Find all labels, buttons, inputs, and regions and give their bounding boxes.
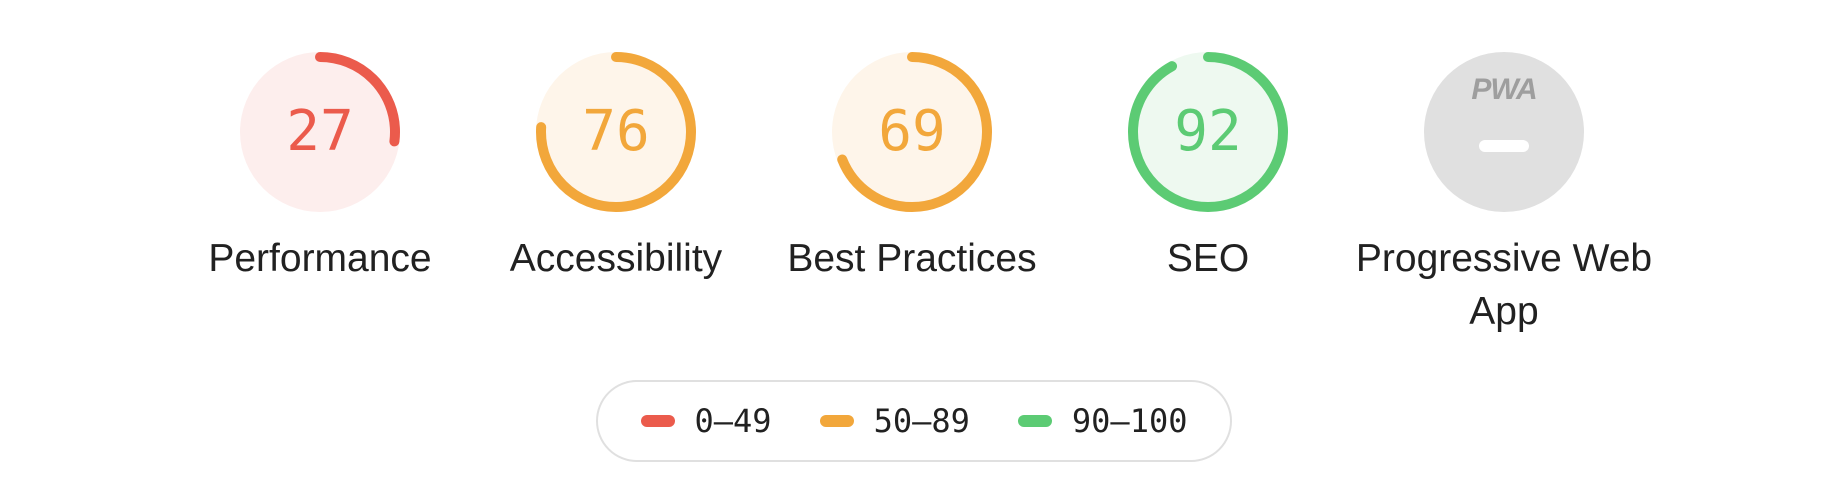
category-label: SEO	[1166, 237, 1250, 280]
legend-swatch	[819, 415, 854, 427]
legend-swatch	[640, 415, 675, 427]
category-label: Progressive Web App	[1354, 232, 1654, 338]
gauge-best-practices[interactable]: 69 Best Practices	[762, 52, 1062, 342]
category-label-text: Progressive Web App	[1355, 237, 1653, 333]
gauge-seo[interactable]: 92 SEO	[1058, 52, 1358, 342]
legend-range: 90–100	[1071, 402, 1188, 440]
gauge-performance[interactable]: 27 Performance	[170, 52, 470, 342]
category-label: Accessibility	[509, 237, 723, 280]
legend-item-average: 50–89	[819, 402, 970, 440]
legend-swatch	[1017, 415, 1052, 427]
score-value: 69	[878, 99, 946, 164]
pwa-badge: PWA	[1424, 52, 1584, 212]
category-gauges: 27 Performance 76 Accessibility 69 Best …	[0, 0, 1828, 350]
gauge-accessibility[interactable]: 76 Accessibility	[466, 52, 766, 342]
gauge-pwa[interactable]: PWA Progressive Web App	[1354, 52, 1654, 342]
score-value: 92	[1174, 99, 1242, 164]
legend-range: 0–49	[694, 402, 772, 440]
category-label: Best Practices	[787, 237, 1037, 280]
score-value: 27	[286, 99, 354, 164]
not-applicable-dash	[1479, 140, 1529, 152]
legend-range: 50–89	[873, 402, 970, 440]
category-label: Performance	[208, 237, 432, 280]
legend-item-fail: 0–49	[640, 402, 772, 440]
legend-item-pass: 90–100	[1017, 402, 1188, 440]
score-value: 76	[582, 99, 650, 164]
score-scale-legend: 0–49 50–89 90–100	[596, 380, 1232, 462]
pwa-icon: PWA	[1471, 73, 1536, 106]
